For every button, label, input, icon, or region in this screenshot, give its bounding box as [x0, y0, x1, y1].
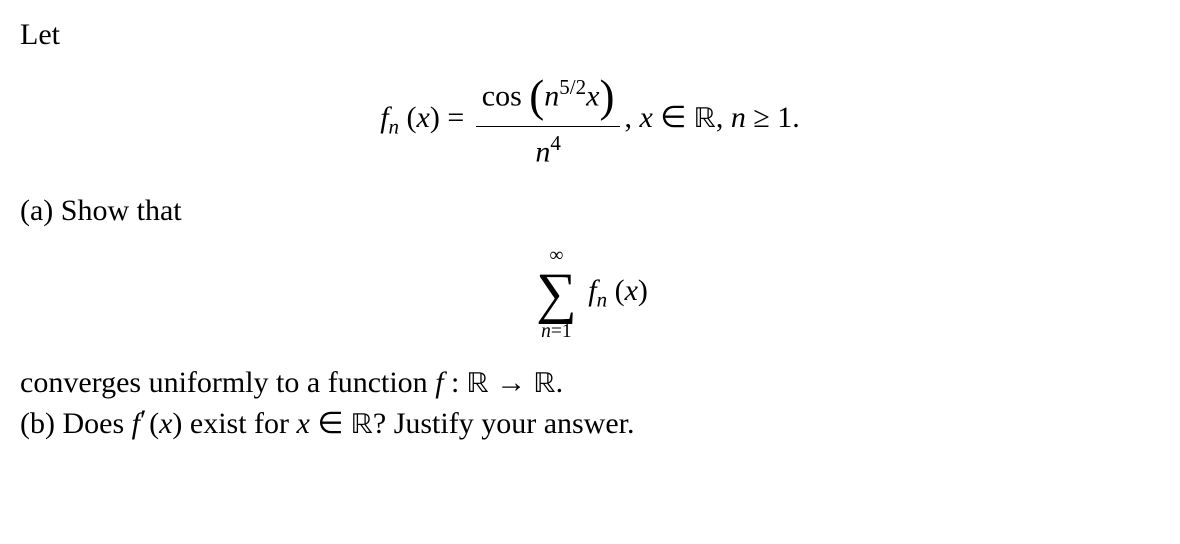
part-b-pre: (b) Does: [20, 407, 132, 440]
fn-tail-x: x: [639, 101, 652, 134]
fn-num-n: n: [544, 80, 559, 113]
fn-f: f: [380, 101, 388, 134]
part-a-colon: :: [444, 366, 467, 399]
fn-num-exp: 5/2: [559, 75, 586, 99]
fn-den-exp: 4: [550, 131, 561, 155]
part-b-lparen: (: [149, 407, 159, 440]
part-b-f: f: [132, 407, 140, 440]
part-a-after: converges uniformly to a function: [20, 366, 435, 399]
sum-lower-eq: =1: [551, 321, 572, 342]
fn-definition: fn (x) = cos (n5/2x) n4 , x ∈ ℝ, n ≥ 1.: [20, 70, 1160, 170]
fn-cos: cos: [482, 80, 530, 113]
part-b-mid: exist for: [182, 407, 296, 440]
part-a-sum: ∞ ∑ n=1 fn (x): [20, 246, 1160, 342]
part-b-x: x: [159, 407, 172, 440]
part-b-R: ℝ: [351, 411, 373, 441]
part-a-R2: ℝ: [534, 370, 556, 400]
fn-eq: =: [447, 101, 471, 134]
sigma-icon: ∑: [536, 265, 577, 322]
part-a-period: .: [556, 366, 564, 399]
part-a-R1: ℝ: [467, 370, 489, 400]
fn-arg-rparen: ): [430, 101, 440, 134]
fn-sub-n: n: [389, 114, 400, 138]
part-b-rparen: ): [172, 407, 182, 440]
part-a-label: (a) Show that: [20, 194, 1160, 228]
fn-num-x: x: [586, 80, 599, 113]
part-b-x2: x: [297, 407, 310, 440]
part-b-prime: ′: [140, 404, 147, 437]
sum-term-f: f: [588, 274, 596, 307]
fn-arg-x: x: [417, 101, 430, 134]
part-b-in: ∈: [310, 407, 351, 440]
fn-tail-comma2: ,: [716, 101, 731, 134]
fn-tail-n: n: [731, 101, 746, 134]
sum-term-lparen: (: [615, 274, 625, 307]
intro-text: Let: [20, 18, 1160, 52]
part-a-arrow: →: [489, 366, 534, 399]
part-b-q: ? Justify your answer.: [373, 407, 635, 440]
summation: ∞ ∑ n=1: [536, 246, 577, 342]
sum-term-sub: n: [597, 288, 608, 312]
fn-fraction: cos (n5/2x) n4: [476, 70, 621, 170]
sum-term-x: x: [625, 274, 638, 307]
fn-den-n: n: [535, 136, 550, 169]
fn-bigr: ): [599, 71, 614, 121]
fn-arg-lparen: (: [407, 101, 417, 134]
fn-tail-in: ∈: [653, 101, 694, 134]
part-a-f: f: [435, 366, 443, 399]
fn-tail-geq: ≥ 1.: [746, 101, 800, 134]
fn-tail-comma: ,: [624, 101, 639, 134]
part-a-conclusion: converges uniformly to a function f : ℝ …: [20, 366, 1160, 404]
part-b: (b) Does f′ (x) exist for x ∈ ℝ? Justify…: [20, 404, 1160, 445]
fn-tail-R: ℝ: [694, 105, 716, 135]
sum-term-rparen: ): [638, 274, 648, 307]
fn-bigl: (: [529, 71, 544, 121]
sum-lower-n: n: [541, 321, 551, 342]
